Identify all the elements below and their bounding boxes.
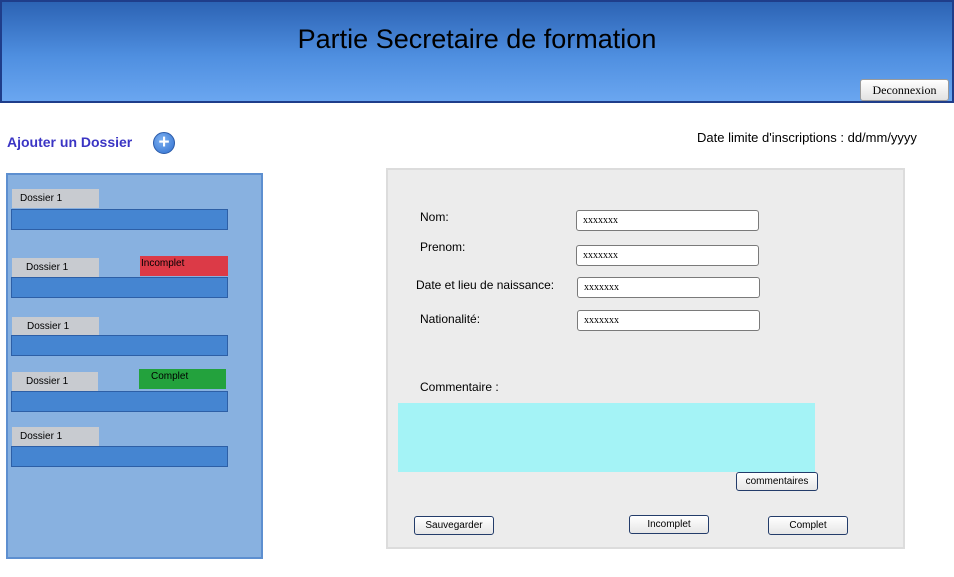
folder-status-complet: Complet bbox=[139, 369, 226, 389]
commentaires-button[interactable]: commentaires bbox=[736, 472, 818, 491]
folder-sidebar bbox=[6, 173, 263, 559]
registration-deadline: Date limite d'inscriptions : dd/mm/yyyy bbox=[697, 130, 917, 145]
folder-bar-4[interactable] bbox=[11, 391, 228, 412]
page-title: Partie Secretaire de formation bbox=[297, 24, 657, 54]
commentaire-label: Commentaire : bbox=[420, 380, 499, 394]
folder-tab-3[interactable]: Dossier 1 bbox=[12, 317, 99, 336]
folder-tab-2[interactable]: Dossier 1 bbox=[12, 258, 99, 277]
add-folder-link[interactable]: Ajouter un Dossier bbox=[7, 134, 132, 150]
app-header: Partie Secretaire de formation bbox=[0, 0, 954, 103]
logout-button[interactable]: Deconnexion bbox=[860, 79, 949, 101]
nationalite-input[interactable] bbox=[577, 310, 760, 331]
prenom-label: Prenom: bbox=[420, 240, 466, 254]
naissance-label: Date et lieu de naissance: bbox=[416, 278, 555, 292]
folder-tab-1[interactable]: Dossier 1 bbox=[12, 189, 99, 208]
complet-button[interactable]: Complet bbox=[768, 516, 848, 535]
folder-bar-1[interactable] bbox=[11, 209, 228, 230]
plus-circle-icon[interactable]: + bbox=[153, 132, 175, 154]
folder-bar-5[interactable] bbox=[11, 446, 228, 467]
nationalite-label: Nationalité: bbox=[420, 312, 481, 326]
commentaire-textarea[interactable] bbox=[398, 403, 815, 472]
folder-tab-5[interactable]: Dossier 1 bbox=[12, 427, 99, 446]
nom-input[interactable] bbox=[576, 210, 759, 231]
prenom-input[interactable] bbox=[576, 245, 759, 266]
folder-tab-4[interactable]: Dossier 1 bbox=[12, 372, 98, 391]
folder-bar-3[interactable] bbox=[11, 335, 228, 356]
folder-bar-2[interactable] bbox=[11, 277, 228, 298]
incomplet-button[interactable]: Incomplet bbox=[629, 515, 709, 534]
folder-status-incomplet: Incomplet bbox=[140, 256, 228, 276]
nom-label: Nom: bbox=[420, 210, 449, 224]
sauvegarder-button[interactable]: Sauvegarder bbox=[414, 516, 494, 535]
naissance-input[interactable] bbox=[577, 277, 760, 298]
